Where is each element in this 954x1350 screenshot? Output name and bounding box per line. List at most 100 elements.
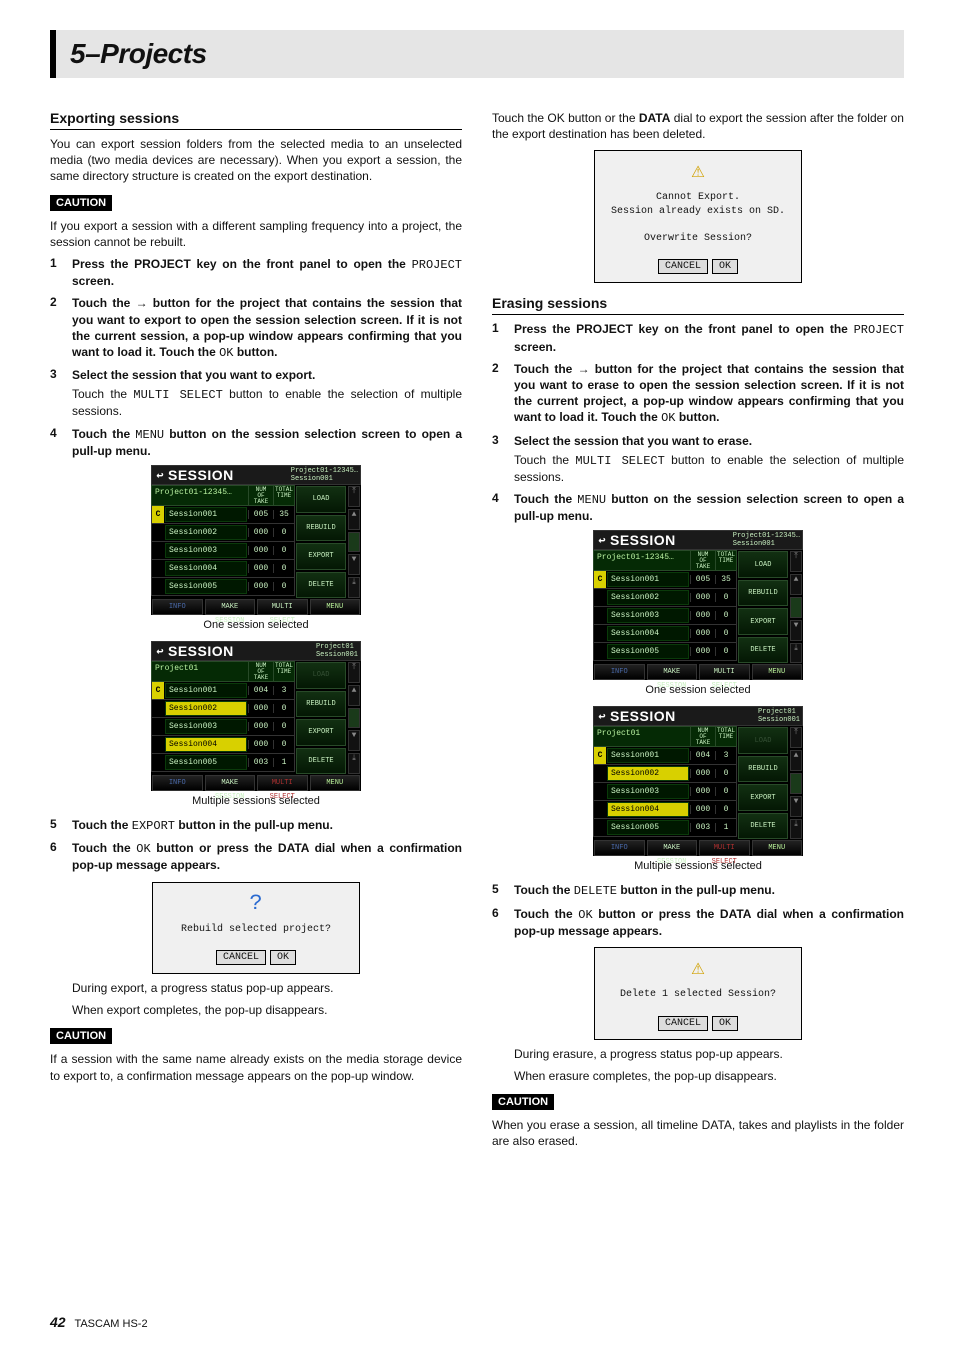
step-text: Press the PROJECT key on the front panel…: [72, 256, 462, 289]
back-icon[interactable]: ↩: [152, 468, 168, 483]
back-icon[interactable]: ↩: [594, 533, 610, 548]
delete-button[interactable]: DELETE: [296, 748, 346, 775]
cancel-button[interactable]: CANCEL: [658, 259, 708, 274]
col-total-time: TOTALTIME: [273, 662, 294, 681]
rebuild-button[interactable]: REBUILD: [738, 756, 788, 783]
scrollbar[interactable]: ⤒▲▼⤓: [347, 661, 361, 775]
export-intro: You can export session folders from the …: [50, 136, 462, 185]
rebuild-button[interactable]: REBUILD: [296, 691, 346, 718]
step-number: 1: [492, 321, 506, 354]
list-item[interactable]: Session004: [607, 626, 689, 641]
list-item[interactable]: Session001: [165, 683, 247, 698]
list-item[interactable]: Session002: [165, 701, 247, 716]
load-button[interactable]: LOAD: [738, 727, 788, 754]
delete-button[interactable]: DELETE: [738, 813, 788, 840]
make-session-button[interactable]: MAKESESSION: [647, 664, 698, 680]
delete-button[interactable]: DELETE: [296, 572, 346, 599]
list-item[interactable]: Session002: [607, 590, 689, 605]
ok-button[interactable]: OK: [270, 950, 296, 965]
list-item[interactable]: Session003: [607, 784, 689, 799]
step-number: 6: [492, 906, 506, 939]
info-button[interactable]: INFO: [594, 664, 645, 680]
export-button[interactable]: EXPORT: [738, 608, 788, 635]
info-button[interactable]: INFO: [152, 599, 203, 615]
export-button[interactable]: EXPORT: [738, 784, 788, 811]
step-number: 5: [492, 882, 506, 899]
project-name[interactable]: Project01: [594, 727, 690, 746]
delete-button[interactable]: DELETE: [738, 637, 788, 664]
list-item[interactable]: Session001: [607, 572, 689, 587]
load-button[interactable]: LOAD: [296, 486, 346, 513]
info-button[interactable]: INFO: [594, 840, 645, 856]
project-name[interactable]: Project01-12345…: [594, 551, 690, 570]
list-item[interactable]: Session002: [165, 525, 247, 540]
current-marker: C: [594, 747, 606, 764]
list-item[interactable]: Session004: [165, 561, 247, 576]
list-item[interactable]: Session005: [607, 820, 689, 835]
col-num-take: NUMOFTAKE: [690, 727, 715, 746]
project-name[interactable]: Project01-12345…: [152, 486, 248, 505]
make-session-button[interactable]: MAKESESSION: [647, 840, 698, 856]
list-item[interactable]: Session004: [607, 802, 689, 817]
list-item[interactable]: Session003: [165, 719, 247, 734]
export-button[interactable]: EXPORT: [296, 719, 346, 746]
cancel-button[interactable]: CANCEL: [658, 1016, 708, 1031]
delete-dialog: ⚠ Delete 1 selected Session? CANCEL OK: [594, 947, 802, 1040]
load-button[interactable]: LOAD: [296, 662, 346, 689]
list-item[interactable]: Session003: [165, 543, 247, 558]
menu-button[interactable]: MENU: [310, 775, 361, 791]
step-text: Select the session that you want to eras…: [514, 433, 904, 486]
make-session-button[interactable]: MAKESESSION: [205, 599, 256, 615]
ok-button[interactable]: OK: [712, 1016, 738, 1031]
list-item[interactable]: Session005: [165, 755, 247, 770]
col-total-time: TOTALTIME: [273, 486, 294, 505]
back-icon[interactable]: ↩: [594, 709, 610, 724]
menu-button[interactable]: MENU: [310, 599, 361, 615]
load-button[interactable]: LOAD: [738, 551, 788, 578]
step-text: Touch the → button for the project that …: [514, 361, 904, 427]
screen-title: SESSION: [168, 467, 291, 483]
info-button[interactable]: INFO: [152, 775, 203, 791]
progress-text: When erasure completes, the pop-up disap…: [492, 1068, 904, 1084]
multi-select-button[interactable]: MULTISELECT: [699, 840, 750, 856]
menu-button[interactable]: MENU: [752, 664, 803, 680]
scrollbar[interactable]: ⤒▲▼⤓: [347, 485, 361, 599]
list-item[interactable]: Session004: [165, 737, 247, 752]
step-number: 3: [492, 433, 506, 486]
back-icon[interactable]: ↩: [152, 644, 168, 659]
scrollbar[interactable]: ⤒▲▼⤓: [789, 726, 803, 840]
question-icon: ?: [161, 893, 351, 915]
list-item[interactable]: Session005: [165, 579, 247, 594]
cancel-button[interactable]: CANCEL: [216, 950, 266, 965]
list-item[interactable]: Session005: [607, 644, 689, 659]
make-session-button[interactable]: MAKESESSION: [205, 775, 256, 791]
ok-button[interactable]: OK: [712, 259, 738, 274]
export-caution2: If a session with the same name already …: [50, 1051, 462, 1083]
step-text: Touch the → button for the project that …: [72, 295, 462, 361]
screen-subtitle: Project01-12345…Session001: [291, 467, 360, 483]
rebuild-button[interactable]: REBUILD: [738, 580, 788, 607]
list-item[interactable]: Session001: [165, 507, 247, 522]
screen-title: SESSION: [610, 532, 733, 548]
col-num-take: NUMOFTAKE: [690, 551, 715, 570]
rebuild-button[interactable]: REBUILD: [296, 515, 346, 542]
list-item[interactable]: Session002: [607, 766, 689, 781]
scrollbar[interactable]: ⤒▲▼⤓: [789, 550, 803, 664]
session-screen-multi-selected: ↩ SESSION Project01Session001 Project01 …: [593, 706, 803, 856]
multi-select-button[interactable]: MULTISELECT: [699, 664, 750, 680]
list-item[interactable]: Session003: [607, 608, 689, 623]
menu-button[interactable]: MENU: [752, 840, 803, 856]
left-column: Exporting sessions You can export sessio…: [50, 106, 462, 1155]
step-number: 4: [50, 426, 64, 459]
export-button[interactable]: EXPORT: [296, 543, 346, 570]
caption: Multiple sessions selected: [492, 860, 904, 872]
multi-select-button[interactable]: MULTISELECT: [257, 599, 308, 615]
step-number: 2: [50, 295, 64, 361]
session-screen-one-selected: ↩ SESSION Project01-12345…Session001 Pro…: [151, 465, 361, 615]
right-column: Touch the OK button or the DATA dial to …: [492, 106, 904, 1155]
project-name[interactable]: Project01: [152, 662, 248, 681]
multi-select-button[interactable]: MULTISELECT: [257, 775, 308, 791]
screen-subtitle: Project01Session001: [758, 708, 802, 724]
caption: Multiple sessions selected: [50, 795, 462, 807]
list-item[interactable]: Session001: [607, 748, 689, 763]
